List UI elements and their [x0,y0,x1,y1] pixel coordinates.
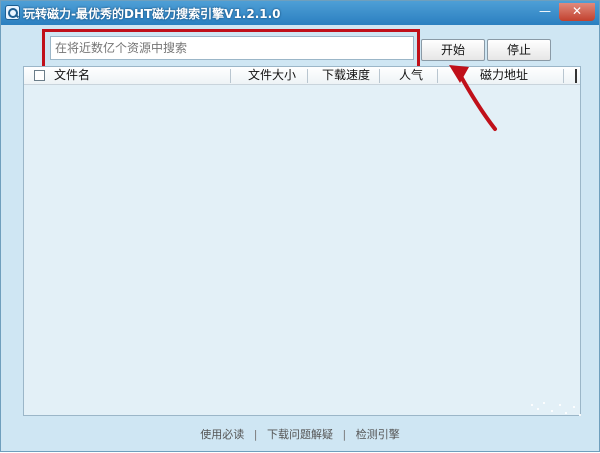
column-header-speed[interactable]: 下载速度 [322,67,370,85]
scrollbar-edge[interactable] [575,69,577,83]
app-window: 玩转磁力-最优秀的DHT磁力搜索引擎V1.2.1.0 — ✕ 开始 停止 文件名… [0,0,600,452]
magnifier-app-icon [5,5,20,20]
table-header: 文件名 文件大小 下载速度 人气 磁力地址 [24,67,580,85]
footer-link-download-faq[interactable]: 下载问题解疑 [267,428,333,441]
footer-link-check-engine[interactable]: 检测引擎 [356,428,400,441]
results-table[interactable]: 文件名 文件大小 下载速度 人气 磁力地址 [23,66,581,416]
minimize-button[interactable]: — [534,3,556,21]
stop-button[interactable]: 停止 [487,39,551,61]
column-divider[interactable] [563,69,564,83]
corner-watermark-dots [531,402,581,416]
column-divider[interactable] [379,69,380,83]
title-bar[interactable]: 玩转磁力-最优秀的DHT磁力搜索引擎V1.2.1.0 — ✕ [1,1,599,25]
column-divider[interactable] [307,69,308,83]
column-header-popularity[interactable]: 人气 [399,67,423,85]
close-button[interactable]: ✕ [559,3,595,21]
highlight-annotation-box [42,29,420,69]
column-divider[interactable] [230,69,231,83]
footer-link-must-read[interactable]: 使用必读 [200,428,244,441]
start-button[interactable]: 开始 [421,39,485,61]
footer-links: 使用必读 | 下载问题解疑 | 检测引擎 [1,426,599,442]
column-header-filesize[interactable]: 文件大小 [248,67,296,85]
footer-separator: | [342,428,347,441]
window-title: 玩转磁力-最优秀的DHT磁力搜索引擎V1.2.1.0 [23,7,281,21]
column-divider[interactable] [437,69,438,83]
select-all-checkbox[interactable] [34,70,45,81]
column-header-magnet[interactable]: 磁力地址 [480,67,528,85]
column-header-filename[interactable]: 文件名 [54,67,90,85]
footer-separator: | [253,428,258,441]
